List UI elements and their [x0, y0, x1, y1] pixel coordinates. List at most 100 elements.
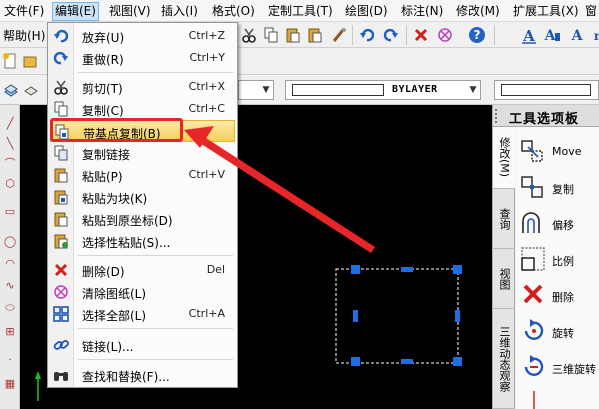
hatch-icon[interactable]: ▦ [3, 377, 17, 391]
tool-3d-rotate[interactable]: 三维旋转 [520, 349, 599, 385]
lineweight-combo[interactable] [494, 80, 599, 100]
help-question-icon[interactable]: ? [468, 26, 486, 44]
grip-mid-top[interactable] [401, 267, 413, 272]
menu-item-cut[interactable]: 剪切(T) Ctrl+X [50, 76, 235, 98]
tab-modify[interactable]: 修改(M) [493, 127, 515, 189]
grip-mid-right[interactable] [455, 310, 460, 322]
menu-item-copy-link-label: 复制链接 [82, 148, 131, 162]
menu-draw[interactable]: 绘图(D) [345, 3, 388, 20]
tool-next[interactable] [520, 385, 599, 409]
grip-corner-top-left[interactable] [351, 265, 360, 274]
menu-window[interactable]: 窗 [585, 3, 597, 20]
color-combo[interactable]: ▼ [238, 80, 274, 100]
menu-item-copy-link[interactable]: 复制链接 [50, 142, 235, 164]
tool-move[interactable]: Move [520, 133, 599, 169]
undo-icon[interactable] [358, 26, 376, 44]
text-a-multiline-icon[interactable]: A [543, 26, 561, 44]
arc-icon[interactable]: ◠ [3, 257, 17, 271]
linetype-value: BYLAYER [392, 84, 438, 95]
open-file-icon[interactable] [21, 52, 39, 70]
ray-icon[interactable]: ╲ [3, 137, 17, 151]
paste-icon[interactable] [284, 26, 302, 44]
tool-erase[interactable]: 删除 [520, 277, 599, 313]
grip-corner-bottom-right[interactable] [453, 357, 462, 366]
menu-item-redo[interactable]: 重做(R) Ctrl+Y [50, 47, 235, 69]
tool-palette-title: 工具选项板 [509, 112, 580, 127]
edit-menu-dropdown: 放弃(U) Ctrl+Z 重做(R) Ctrl+Y 剪切(T) Ctrl+X 复… [47, 22, 238, 388]
tab-view[interactable]: 视图 [493, 249, 515, 309]
menu-format[interactable]: 格式(O) [212, 3, 255, 20]
menu-item-copy-label: 复制(C) [82, 104, 124, 118]
linetype-combo[interactable]: BYLAYER ▼ [285, 80, 481, 100]
grip-corner-top-right[interactable] [453, 265, 462, 274]
rotate-icon [520, 317, 548, 345]
menu-custom-tools[interactable]: 定制工具(T) [268, 3, 333, 20]
grip-corner-bottom-left[interactable] [351, 357, 360, 366]
ellipse-icon[interactable]: ⬭ [3, 301, 17, 315]
menu-item-links[interactable]: 链接(L)... [50, 334, 235, 356]
point-icon[interactable]: · [3, 353, 17, 367]
tool-palette: 工具选项板 修改(M) 查询 视图 三维动态观察 Move 复制 偏移 比例 删… [492, 105, 599, 409]
grip-mid-left[interactable] [353, 310, 358, 322]
menu-item-redo-shortcut: Ctrl+Y [189, 51, 225, 64]
menu-item-paste-as-block[interactable]: 粘贴为块(K) [50, 186, 235, 208]
svg-text:A: A [544, 28, 557, 44]
copy-objects-icon [520, 173, 548, 201]
menu-item-paste-special[interactable]: 选择性粘贴(S)... [50, 230, 235, 252]
grip-mid-bottom[interactable] [401, 359, 413, 364]
delete-x-icon [53, 262, 69, 278]
svg-text:?: ? [474, 28, 481, 42]
tool-offset[interactable]: 偏移 [520, 205, 599, 241]
tab-3d-orbit[interactable]: 三维动态观察 [493, 309, 515, 409]
polygon-icon[interactable]: ⬡ [3, 177, 17, 191]
menu-item-copy[interactable]: 复制(C) Ctrl+C [50, 98, 235, 120]
erase-x-icon [520, 281, 548, 309]
text-edit-icon[interactable]: r [588, 26, 599, 44]
match-properties-icon[interactable] [330, 26, 348, 44]
menu-item-cut-label: 剪切(T) [82, 82, 123, 96]
line-icon[interactable]: ╱ [3, 117, 17, 131]
menu-item-delete[interactable]: 删除(D) Del [50, 259, 235, 281]
grip-handle-icon[interactable] [495, 109, 502, 123]
tab-query[interactable]: 查询 [493, 189, 515, 249]
menu-insert[interactable]: 插入(I) [161, 3, 198, 20]
paste-special-icon [53, 233, 69, 249]
tool-scale-label: 比例 [552, 255, 574, 268]
menu-item-paste[interactable]: 粘贴(P) Ctrl+V [50, 164, 235, 186]
menu-dimension[interactable]: 标注(N) [401, 3, 443, 20]
menu-item-redo-label: 重做(R) [82, 53, 124, 67]
menu-modify[interactable]: 修改(M) [456, 3, 500, 20]
menu-item-clear-drawing[interactable]: 清除图纸(L) [50, 281, 235, 303]
erase-icon[interactable] [436, 26, 454, 44]
menu-item-find-replace-label: 查找和替换(F)... [82, 370, 170, 384]
scissors-icon[interactable] [240, 26, 258, 44]
copy-icon[interactable] [262, 26, 280, 44]
menu-view[interactable]: 视图(V) [109, 3, 151, 20]
polyline-icon[interactable]: ⌒ [3, 157, 17, 171]
tool-palette-titlebar[interactable]: 工具选项板 [493, 105, 599, 127]
spline-icon[interactable]: ∿ [3, 279, 17, 293]
layer-manager-icon[interactable] [2, 81, 20, 99]
menu-item-find-replace[interactable]: 查找和替换(F)... [50, 364, 235, 386]
tool-scale[interactable]: 比例 [520, 241, 599, 277]
text-style-icon[interactable]: A [568, 26, 586, 44]
menu-edit[interactable]: 编辑(E) [52, 2, 99, 21]
tool-copy[interactable]: 复制 [520, 169, 599, 205]
paste-special-icon[interactable] [306, 26, 324, 44]
menu-help[interactable]: 帮助(H) [3, 27, 45, 44]
tool-rotate[interactable]: 旋转 [520, 313, 599, 349]
menu-item-paste-to-original-coordinates[interactable]: 粘贴到原坐标(D) [50, 208, 235, 230]
redo-icon[interactable] [382, 26, 400, 44]
text-a-icon[interactable]: A [520, 26, 538, 44]
menu-item-undo[interactable]: 放弃(U) Ctrl+Z [50, 25, 235, 47]
delete-x-icon[interactable] [412, 26, 430, 44]
layer-state-icon[interactable] [22, 81, 40, 99]
menu-item-select-all[interactable]: 选择全部(L) Ctrl+A [50, 303, 235, 325]
insert-block-icon[interactable]: ⊞ [3, 325, 17, 339]
rectangle-icon[interactable]: ▭ [3, 205, 17, 219]
menu-file[interactable]: 文件(F) [4, 3, 44, 20]
circle-icon[interactable]: ◯ [3, 235, 17, 249]
new-file-icon[interactable] [1, 52, 19, 70]
toolbar-separator [352, 25, 353, 45]
menu-extend-tools[interactable]: 扩展工具(X) [513, 3, 579, 20]
